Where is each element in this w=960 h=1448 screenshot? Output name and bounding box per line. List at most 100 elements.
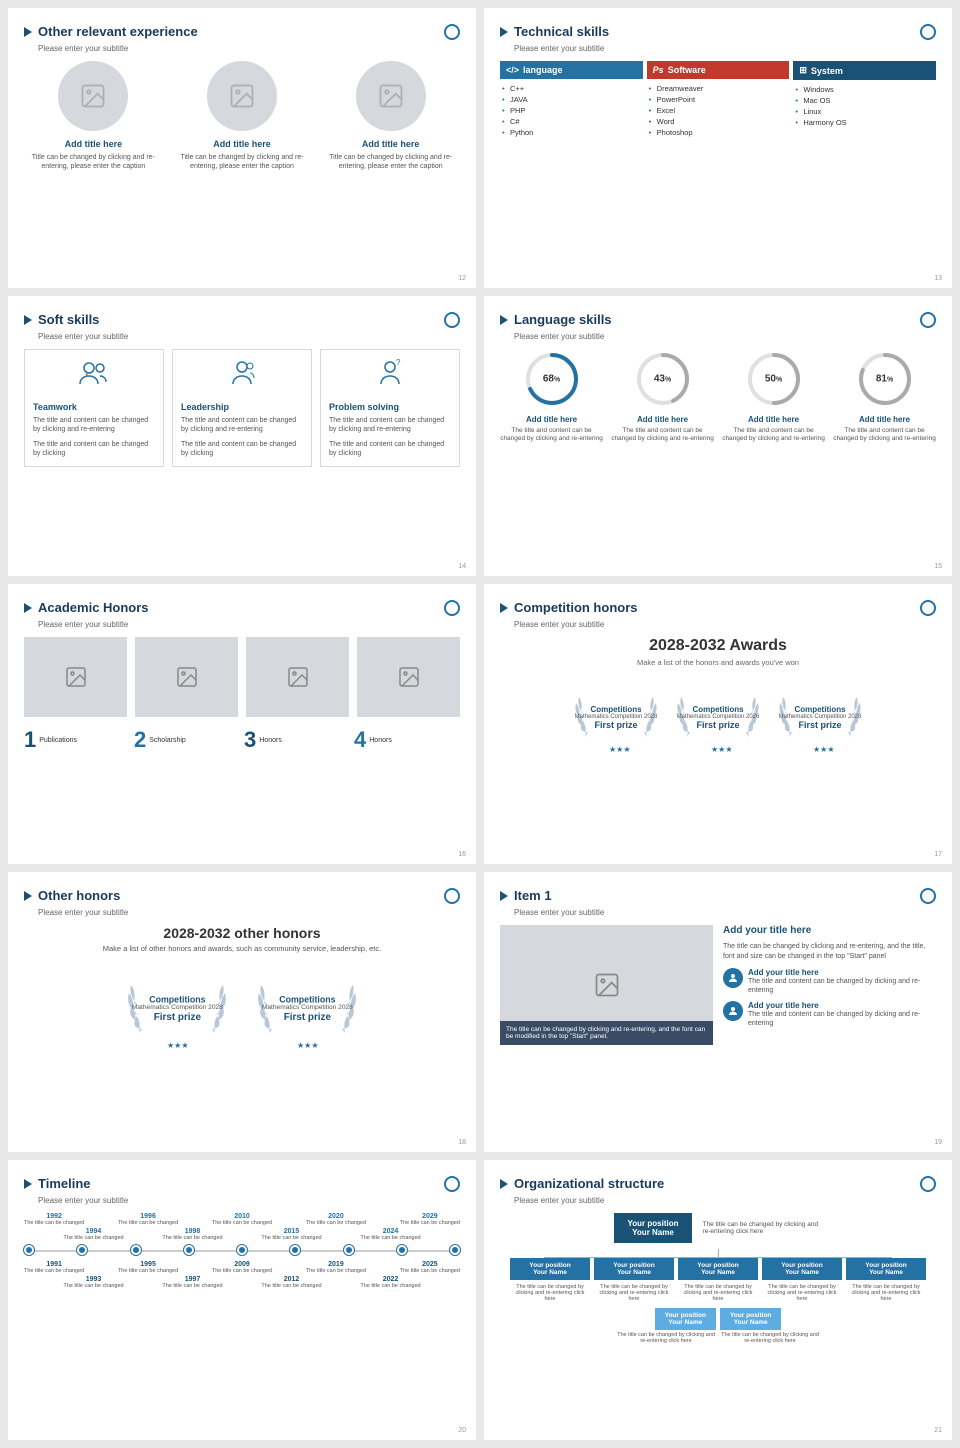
settings-icon[interactable] [444,600,460,616]
settings-icon[interactable] [444,1176,460,1192]
slide-title-area: Item 1 [500,888,552,903]
tl-dot [184,1245,194,1255]
slide-title-area: Competition honors [500,600,638,615]
settings-icon[interactable] [444,24,460,40]
tl-desc-1994: The title can be changed [63,1235,123,1241]
skill-title-teamwork: Teamwork [33,402,155,412]
blue-triangle-icon [24,1179,32,1189]
item1-sub-2: Add your title here The title and conten… [723,1001,936,1028]
org-name-3: Your Name [684,1269,752,1276]
awards-row: ★★★ Competitions Mathematics Competition… [500,677,936,757]
other-award-comp-1: Competitions [132,994,223,1004]
org-box-5: Your position Your Name [846,1258,926,1280]
other-award-prize-1: First prize [132,1011,223,1022]
item1-sub-title-1: Add your title here [748,968,936,977]
other-honors-big-title: 2028-2032 other honors [24,925,460,941]
tl-desc-2009: The title can be changed [212,1268,272,1274]
timeline-dots-row [24,1245,460,1255]
org-desc-4: The title can be changed by clicking and… [762,1284,842,1302]
slide-subtitle: Please enter your subtitle [38,332,460,341]
tech-col-software: Ps Software Dreamweaver PowerPoint Excel… [647,61,790,138]
lang-title-2: Add title here [637,415,688,424]
slide-subtitle: Please enter your subtitle [514,620,936,629]
org-pos-1: Your position [516,1262,584,1269]
page-number: 19 [934,1139,942,1146]
settings-icon[interactable] [920,24,936,40]
tl-desc-2020: The title can be changed [306,1220,366,1226]
honor-num-1: 1 [24,729,36,751]
tech-item: Photoshop [647,127,790,138]
settings-icon[interactable] [920,312,936,328]
tech-item: JAVA [500,94,643,105]
tech-item: Dreamweaver [647,83,790,94]
blue-triangle-icon [500,603,508,613]
org-desc-r2-2: The title can be changed by clicking and… [720,1332,820,1344]
org-top-box: Your position Your Name [614,1213,693,1243]
tl-col-2009: 2009 The title can be changed [212,1261,272,1274]
tl-desc-1997: The title can be changed [162,1283,222,1289]
slide-title-area: Other honors [24,888,120,903]
org-top-desc: The title can be changed by clicking and… [702,1221,822,1235]
settings-icon[interactable] [920,888,936,904]
skill-card-problem-solving: ? Problem solving The title and content … [320,349,460,467]
tl-dot [450,1245,460,1255]
lang-header: </> language [500,61,643,79]
tl-year-1997: 1997 [185,1276,201,1283]
slide-header: Other honors [24,888,460,904]
tl-col-1992: 1992 The title can be changed [24,1213,84,1226]
tl-year-2019: 2019 [328,1261,344,1268]
page-number: 16 [458,851,466,858]
tech-item: PHP [500,105,643,116]
tl-col-2020: 2020 The title can be changed [306,1213,366,1226]
lang-text-2: The title and content can be changed by … [611,427,714,444]
settings-icon[interactable] [444,312,460,328]
item1-sub-desc-1: The title and content can be changed by … [748,977,936,995]
slide-subtitle: Please enter your subtitle [514,1196,936,1205]
tl-dot [344,1245,354,1255]
teamwork-icon [33,358,155,396]
tl-col-2019: 2019 The title can be changed [306,1261,366,1274]
slide-title: Academic Honors [38,600,149,615]
tl-col-1993: 1993 The title can be changed [63,1276,123,1289]
slide-item1: Item 1 Please enter your subtitle The ti… [484,872,952,1152]
other-award-inner-2: Competitions Mathematics Competition 202… [262,994,353,1022]
org-box-row2-1: Your position Your Name [655,1308,716,1330]
lang-text-4: The title and content can be changed by … [833,427,936,444]
tech-col-system: ⊞ System Windows Mac OS Linux Harmony OS [793,61,936,138]
tl-desc-2010: The title can be changed [212,1220,272,1226]
honor-text-3: Honors [259,737,282,744]
settings-icon[interactable] [920,1176,936,1192]
tl-year-2010: 2010 [234,1213,250,1220]
item1-sub-title-2: Add your title here [748,1001,936,1010]
timeline-top-row: 1992 The title can be changed 1996 The t… [24,1213,460,1226]
slide-header: Soft skills [24,312,460,328]
award-prize-2: First prize [677,720,760,730]
tech-item: PowerPoint [647,94,790,105]
honor-num-4: 4 [354,729,366,751]
tech-item: Harmony OS [793,117,936,128]
honor-honors-3: 3 Honors [244,729,350,751]
settings-icon[interactable] [920,600,936,616]
org-name-4: Your Name [768,1269,836,1276]
org-name-r2-2: Your Name [730,1319,771,1326]
settings-icon[interactable] [444,888,460,904]
svg-text:★★★: ★★★ [297,1041,319,1050]
tl-desc-2022: The title can be changed [360,1283,420,1289]
slide-title: Other relevant experience [38,24,198,39]
tech-item: Linux [793,106,936,117]
other-awards-row: ★★★ Competitions Mathematics Competition… [24,963,460,1053]
tech-item: Mac OS [793,95,936,106]
tl-col-2012: 2012 The title can be changed [261,1276,321,1289]
other-award-1: ★★★ Competitions Mathematics Competition… [122,963,232,1053]
org-row-2-descs: The title can be changed by clicking and… [500,1332,936,1344]
org-desc-5: The title can be changed by clicking and… [846,1284,926,1302]
card-text-3: Title can be changed by clicking and re-… [321,153,460,171]
lang-skill-4: 81% Add title here The title and content… [833,349,936,444]
org-name-5: Your Name [852,1269,920,1276]
other-award-comp-2: Competitions [262,994,353,1004]
award-event-2: Mathematics Competition 2026 [677,714,760,720]
tl-year-2012: 2012 [284,1276,300,1283]
image-placeholder-1 [58,61,128,131]
tl-year-1995: 1995 [140,1261,156,1268]
windows-icon: ⊞ [799,65,807,76]
